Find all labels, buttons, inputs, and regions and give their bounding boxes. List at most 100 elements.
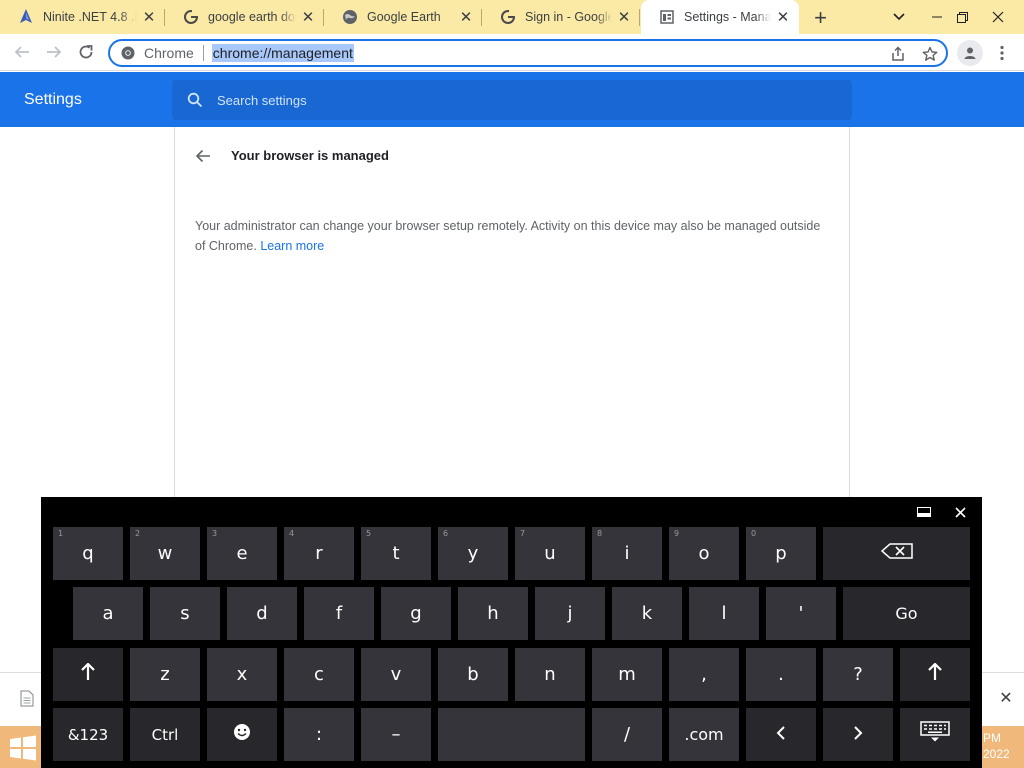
search-icon — [186, 91, 204, 109]
learn-more-link[interactable]: Learn more — [260, 239, 324, 253]
key-o[interactable]: 9o — [669, 527, 739, 580]
key-question[interactable]: ? — [823, 648, 893, 701]
taskbar-clock[interactable]: PM 2022 — [983, 730, 1023, 762]
key-m[interactable]: m — [592, 648, 662, 701]
globe-icon — [342, 9, 358, 25]
key-ctrl[interactable]: Ctrl — [130, 708, 200, 761]
tab-title: Google Earth — [367, 10, 441, 24]
google-g-icon — [500, 9, 516, 25]
tab-title: google earth download — [208, 10, 296, 24]
search-input[interactable] — [217, 92, 817, 108]
chrome-icon — [120, 45, 136, 61]
settings-page-icon — [659, 9, 675, 25]
document-icon — [20, 690, 34, 707]
key-z[interactable]: z — [130, 648, 200, 701]
chevron-left-icon — [776, 724, 786, 745]
more-menu-icon[interactable] — [992, 41, 1012, 65]
tab-google-earth[interactable]: Google Earth ✕ — [324, 0, 482, 34]
key-go[interactable]: Go — [843, 587, 970, 640]
key-dash[interactable]: – — [361, 708, 431, 761]
key-space[interactable] — [438, 708, 585, 761]
url-text[interactable]: chrome://management — [211, 44, 354, 62]
key-s[interactable]: s — [150, 587, 220, 640]
tab-search-chevron-icon[interactable] — [883, 0, 915, 34]
key-e[interactable]: 3e — [207, 527, 277, 580]
key-a[interactable]: a — [73, 587, 143, 640]
key-r[interactable]: 4r — [284, 527, 354, 580]
key-i[interactable]: 8i — [592, 527, 662, 580]
key-j[interactable]: j — [535, 587, 605, 640]
key-colon[interactable]: : — [284, 708, 354, 761]
close-icon[interactable]: ✕ — [996, 688, 1016, 708]
settings-header: Settings — [0, 72, 1024, 127]
key-y[interactable]: 6y — [438, 527, 508, 580]
key-p[interactable]: 0p — [746, 527, 816, 580]
key-right-arrow[interactable] — [823, 708, 893, 761]
key-emoji[interactable] — [207, 708, 277, 761]
tab-settings-management[interactable]: Settings - Management ✕ — [641, 0, 799, 34]
key-d[interactable]: d — [227, 587, 297, 640]
key-n[interactable]: n — [515, 648, 585, 701]
key-numbers[interactable]: &123 — [53, 708, 123, 761]
profile-avatar[interactable] — [957, 40, 983, 66]
close-icon[interactable]: ✕ — [300, 9, 316, 26]
address-bar[interactable]: Chrome chrome://management — [108, 39, 948, 67]
window-close-button[interactable] — [982, 0, 1014, 34]
keyboard-close-icon[interactable] — [951, 503, 969, 521]
key-b[interactable]: b — [438, 648, 508, 701]
management-description: Your administrator can change your brows… — [195, 219, 821, 253]
shift-arrow-icon — [80, 662, 96, 686]
key-c[interactable]: c — [284, 648, 354, 701]
key-apostrophe[interactable]: ' — [766, 587, 836, 640]
close-icon[interactable]: ✕ — [458, 9, 474, 26]
tab-ninite[interactable]: Ninite .NET 4.8 .NET ✕ — [0, 0, 165, 34]
key-g[interactable]: g — [381, 587, 451, 640]
key-comma[interactable]: , — [669, 648, 739, 701]
key-shift-left[interactable] — [53, 648, 123, 701]
key-left-arrow[interactable] — [746, 708, 816, 761]
tab-google-earth-download[interactable]: google earth download ✕ — [165, 0, 324, 34]
bookmark-star-icon[interactable] — [920, 44, 940, 64]
restore-button[interactable] — [946, 0, 978, 34]
key-k[interactable]: k — [612, 587, 682, 640]
key-l[interactable]: l — [689, 587, 759, 640]
key-f[interactable]: f — [304, 587, 374, 640]
windows-start-icon[interactable] — [8, 734, 38, 762]
key-slash[interactable]: / — [592, 708, 662, 761]
key-period[interactable]: . — [746, 648, 816, 701]
key-x[interactable]: x — [207, 648, 277, 701]
dock-keyboard-icon[interactable] — [915, 503, 933, 521]
ninite-icon — [18, 9, 34, 25]
management-card — [174, 127, 850, 507]
page-title: Settings — [24, 91, 82, 108]
key-keyboard-options[interactable] — [900, 708, 970, 761]
reload-button[interactable] — [72, 38, 100, 66]
close-icon[interactable]: ✕ — [616, 9, 632, 26]
key-shift-right[interactable] — [900, 648, 970, 701]
share-icon[interactable] — [888, 44, 908, 64]
key-w[interactable]: 2w — [130, 527, 200, 580]
settings-search[interactable] — [172, 80, 852, 120]
key-t[interactable]: 5t — [361, 527, 431, 580]
close-icon[interactable]: ✕ — [141, 9, 157, 26]
management-heading: Your browser is managed — [231, 148, 389, 163]
key-backspace[interactable] — [823, 527, 970, 580]
tab-title: Ninite .NET 4.8 .NET — [43, 10, 137, 24]
key-h[interactable]: h — [458, 587, 528, 640]
forward-button[interactable] — [40, 38, 68, 66]
key-q[interactable]: 1q — [53, 527, 123, 580]
emoji-icon — [233, 723, 251, 746]
close-icon[interactable]: ✕ — [775, 9, 791, 26]
new-tab-button[interactable]: + — [808, 5, 833, 30]
shift-arrow-icon — [927, 662, 943, 686]
key-dotcom[interactable]: .com — [669, 708, 739, 761]
key-v[interactable]: v — [361, 648, 431, 701]
google-g-icon — [183, 9, 199, 25]
back-arrow-icon[interactable] — [192, 145, 214, 167]
tab-title: Settings - Management — [684, 10, 771, 24]
tab-sign-in[interactable]: Sign in - Google Accounts ✕ — [482, 0, 640, 34]
back-button[interactable] — [8, 38, 36, 66]
site-chip-label: Chrome — [144, 45, 194, 61]
key-u[interactable]: 7u — [515, 527, 585, 580]
chevron-right-icon — [853, 724, 863, 745]
